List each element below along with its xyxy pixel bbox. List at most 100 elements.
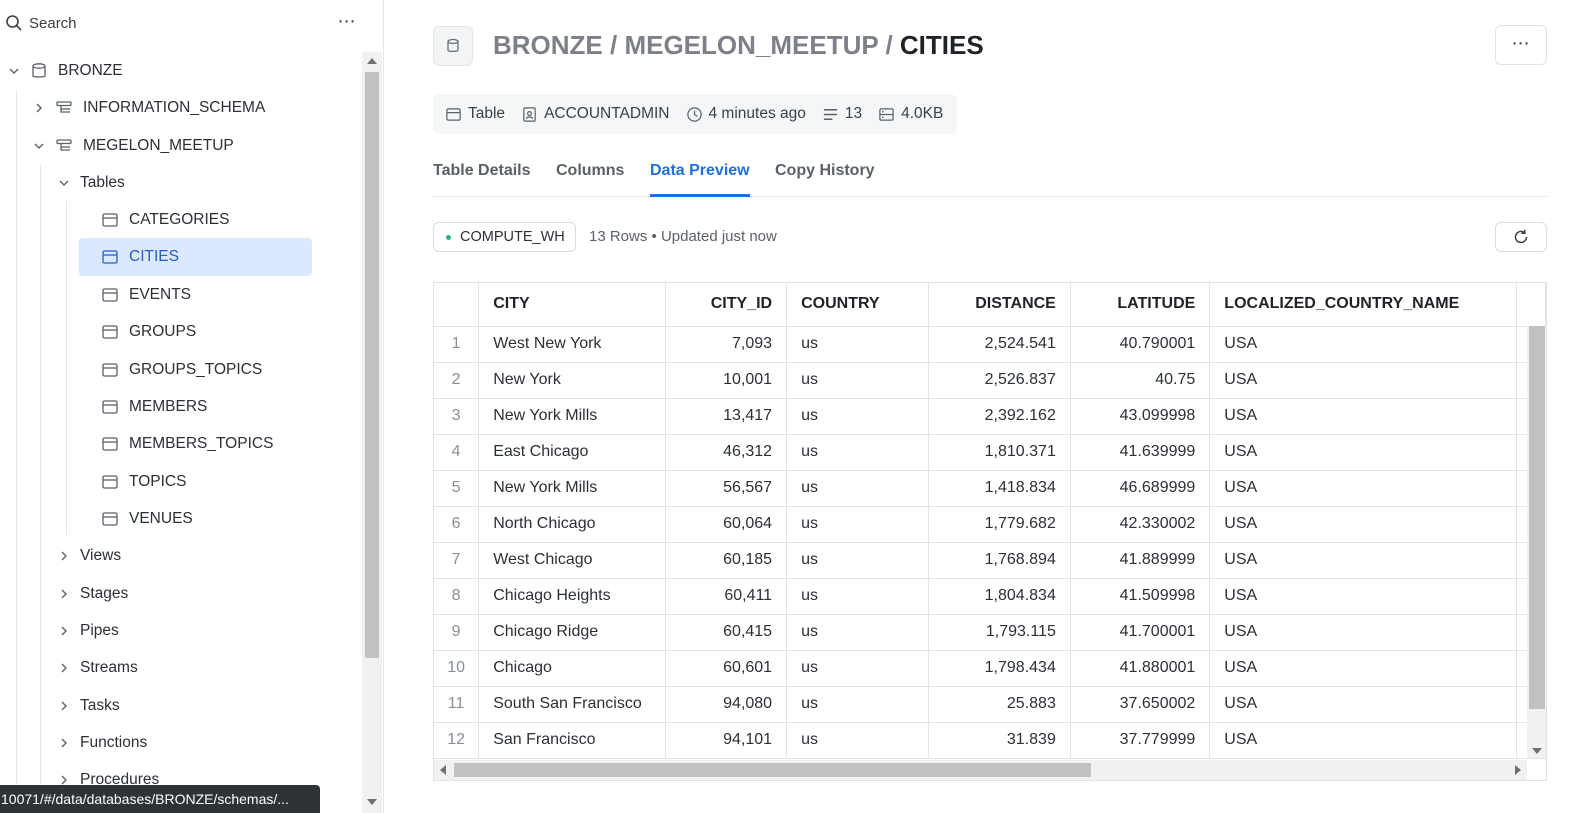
- tree-node-stages[interactable]: Stages: [58, 575, 308, 613]
- breadcrumb-schema[interactable]: MEGELON_MEETUP /: [624, 30, 899, 60]
- table-cell[interactable]: 1,804.834: [928, 578, 1071, 615]
- sidebar-more-button[interactable]: ⋯: [334, 12, 360, 33]
- table-cell[interactable]: 41.700001: [1070, 614, 1211, 651]
- table-row[interactable]: 3 New York Mills 13,417 us 2,392.162 43.09999…: [434, 398, 1546, 435]
- table-cell[interactable]: 1,768.894: [928, 542, 1071, 579]
- table-cell[interactable]: USA: [1209, 398, 1517, 435]
- table-cell[interactable]: 2,526.837: [928, 362, 1071, 399]
- table-cell[interactable]: 60,415: [665, 614, 788, 651]
- scrollbar-thumb[interactable]: [365, 72, 379, 658]
- table-cell[interactable]: us: [786, 362, 930, 399]
- table-cell[interactable]: 2,524.541: [928, 326, 1071, 363]
- grid-horizontal-scrollbar[interactable]: [434, 760, 1527, 780]
- table-cell[interactable]: 41.889999: [1070, 542, 1211, 579]
- table-cell[interactable]: 37.779999: [1070, 722, 1211, 759]
- table-cell[interactable]: 13,417: [665, 398, 788, 435]
- table-cell[interactable]: us: [786, 434, 930, 471]
- table-cell[interactable]: 60,185: [665, 542, 788, 579]
- tree-item-table[interactable]: GROUPS: [79, 313, 312, 351]
- table-cell[interactable]: New York Mills: [478, 398, 667, 435]
- refresh-button[interactable]: [1495, 222, 1547, 252]
- table-cell[interactable]: 1,418.834: [928, 470, 1071, 507]
- column-header[interactable]: CITY: [478, 283, 667, 327]
- table-cell[interactable]: 60,601: [665, 650, 788, 687]
- table-cell[interactable]: 43.099998: [1070, 398, 1211, 435]
- table-cell[interactable]: 94,101: [665, 722, 788, 759]
- table-cell[interactable]: 46.689999: [1070, 470, 1211, 507]
- table-cell[interactable]: us: [786, 398, 930, 435]
- table-cell[interactable]: us: [786, 650, 930, 687]
- table-cell[interactable]: East Chicago: [478, 434, 667, 471]
- table-cell[interactable]: us: [786, 326, 930, 363]
- more-actions-button[interactable]: ⋯: [1495, 25, 1547, 65]
- table-row[interactable]: 1 West New York 7,093 us 2,524.541 40.790001 U…: [434, 326, 1546, 363]
- table-row[interactable]: 4 East Chicago 46,312 us 1,810.371 41.639999 U…: [434, 434, 1546, 471]
- table-cell[interactable]: us: [786, 722, 930, 759]
- table-cell[interactable]: 2,392.162: [928, 398, 1071, 435]
- table-cell[interactable]: 40.790001: [1070, 326, 1211, 363]
- table-row[interactable]: 11 South San Francisco 94,080 us 25.883 37.65…: [434, 686, 1546, 723]
- table-cell[interactable]: West Chicago: [478, 542, 667, 579]
- table-cell[interactable]: 1,810.371: [928, 434, 1071, 471]
- table-cell[interactable]: North Chicago: [478, 506, 667, 543]
- tree-item-table[interactable]: CATEGORIES: [79, 201, 312, 239]
- table-row[interactable]: 10 Chicago 60,601 us 1,798.434 41.880001 USA: [434, 650, 1546, 687]
- table-cell[interactable]: San Francisco: [478, 722, 667, 759]
- table-row[interactable]: 7 West Chicago 60,185 us 1,768.894 41.889999 U…: [434, 542, 1546, 579]
- grid-vertical-scrollbar[interactable]: [1527, 326, 1546, 758]
- scroll-right-arrow-icon[interactable]: [1515, 765, 1521, 775]
- table-cell[interactable]: us: [786, 686, 930, 723]
- table-cell[interactable]: 1,798.434: [928, 650, 1071, 687]
- column-header[interactable]: LOCALIZED_COUNTRY_NAME: [1209, 283, 1517, 327]
- table-cell[interactable]: 94,080: [665, 686, 788, 723]
- table-cell[interactable]: USA: [1209, 326, 1517, 363]
- tree-node-pipes[interactable]: Pipes: [58, 612, 308, 650]
- column-header[interactable]: COUNTRY: [786, 283, 930, 327]
- table-cell[interactable]: USA: [1209, 434, 1517, 471]
- table-cell[interactable]: New York: [478, 362, 667, 399]
- table-cell[interactable]: us: [786, 614, 930, 651]
- tab-copy-history[interactable]: Copy History: [775, 160, 875, 197]
- table-row[interactable]: 8 Chicago Heights 60,411 us 1,804.834 41.5099…: [434, 578, 1546, 615]
- table-cell[interactable]: USA: [1209, 470, 1517, 507]
- table-cell[interactable]: USA: [1209, 542, 1517, 579]
- scroll-up-arrow-icon[interactable]: [367, 58, 377, 64]
- table-cell[interactable]: 46,312: [665, 434, 788, 471]
- tab-columns[interactable]: Columns: [556, 160, 624, 197]
- table-cell[interactable]: 56,567: [665, 470, 788, 507]
- tree-item-table[interactable]: MEMBERS_TOPICS: [79, 425, 312, 463]
- scrollbar-thumb[interactable]: [454, 763, 1091, 777]
- tree-node-views[interactable]: Views: [58, 537, 308, 575]
- table-cell[interactable]: 42.330002: [1070, 506, 1211, 543]
- table-cell[interactable]: 60,064: [665, 506, 788, 543]
- table-row[interactable]: 6 North Chicago 60,064 us 1,779.682 42.330002…: [434, 506, 1546, 543]
- scroll-down-arrow-icon[interactable]: [367, 799, 377, 805]
- table-cell[interactable]: USA: [1209, 614, 1517, 651]
- tree-node-functions[interactable]: Functions: [58, 724, 308, 762]
- table-cell[interactable]: USA: [1209, 686, 1517, 723]
- table-cell[interactable]: 41.509998: [1070, 578, 1211, 615]
- table-cell[interactable]: West New York: [478, 326, 667, 363]
- table-row[interactable]: 2 New York 10,001 us 2,526.837 40.75 USA: [434, 362, 1546, 399]
- table-cell[interactable]: USA: [1209, 362, 1517, 399]
- table-cell[interactable]: 25.883: [928, 686, 1071, 723]
- table-cell[interactable]: USA: [1209, 722, 1517, 759]
- tree-node-schema-information[interactable]: INFORMATION_SCHEMA: [33, 89, 333, 127]
- table-cell[interactable]: 31.839: [928, 722, 1071, 759]
- sidebar-search[interactable]: Search ⋯: [0, 0, 383, 48]
- tab-data-preview[interactable]: Data Preview: [650, 160, 750, 197]
- table-cell[interactable]: us: [786, 542, 930, 579]
- table-cell[interactable]: 37.650002: [1070, 686, 1211, 723]
- column-header[interactable]: LATITUDE: [1070, 283, 1211, 327]
- table-cell[interactable]: 40.75: [1070, 362, 1211, 399]
- table-cell[interactable]: 60,411: [665, 578, 788, 615]
- tree-node-tasks[interactable]: Tasks: [58, 687, 308, 725]
- tab-table-details[interactable]: Table Details: [433, 160, 531, 197]
- table-cell[interactable]: us: [786, 506, 930, 543]
- table-cell[interactable]: 7,093: [665, 326, 788, 363]
- table-cell[interactable]: us: [786, 578, 930, 615]
- tree-item-table[interactable]: VENUES: [79, 500, 312, 538]
- column-header[interactable]: CITY_ID: [665, 283, 788, 327]
- tree-item-table[interactable]: GROUPS_TOPICS: [79, 351, 312, 389]
- table-cell[interactable]: Chicago Heights: [478, 578, 667, 615]
